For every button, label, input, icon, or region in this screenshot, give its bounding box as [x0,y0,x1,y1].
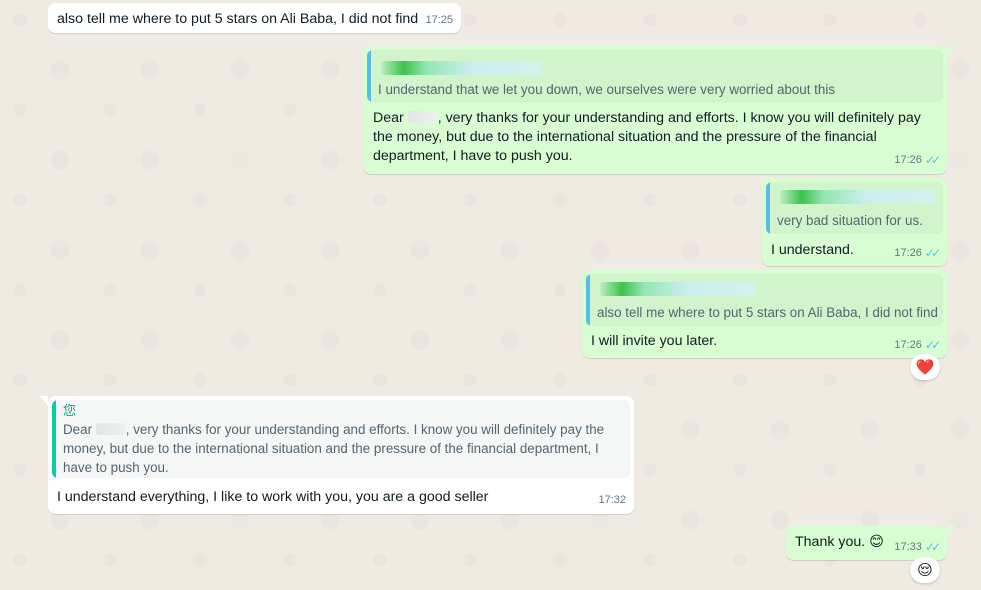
message-time: 17:32 [598,494,626,506]
quote-text: very bad situation for us. [777,213,923,228]
quote-text: I understand that we let you down, we ou… [378,82,836,97]
bubble-tail [947,526,955,536]
message-incoming[interactable]: also tell me where to put 5 stars on Ali… [48,3,461,33]
message-text: Thank you. 😊 [795,534,884,550]
quote-author-redacted [381,61,541,75]
quote-text: also tell me where to put 5 stars on Ali… [597,305,938,320]
redacted-name [407,111,438,123]
quote-text: Dear , very thanks for your understandin… [63,422,605,475]
relieved-face-reaction-icon[interactable]: 😌 [910,557,940,583]
message-text: I will invite you later. [591,333,718,349]
quoted-message[interactable]: also tell me where to put 5 stars on Ali… [586,274,943,326]
message-time: 17:25 [425,14,453,26]
quoted-message[interactable]: I understand that we let you down, we ou… [367,50,943,102]
message-text: I understand everything, I like to work … [57,489,489,505]
quote-bar [367,50,371,102]
read-receipt-icon: ✓✓ [924,153,941,167]
heart-reaction-icon[interactable]: ❤️ [910,354,940,380]
quote-bar [52,400,56,478]
read-receipt-icon: ✓✓ [924,338,941,352]
bubble-tail [40,396,48,406]
message-text: also tell me where to put 5 stars on Ali… [57,11,419,27]
message-text: I understand. [771,242,854,258]
bubble-tail [947,46,955,56]
message-time: 17:26 ✓✓ [894,244,941,263]
quote-bar [766,182,770,234]
quoted-message[interactable]: 您 Dear , very thanks for your understand… [52,400,630,478]
message-time: 17:33 ✓✓ [894,538,941,557]
quote-author-redacted [780,190,935,204]
message-outgoing[interactable]: I understand that we let you down, we ou… [363,46,955,174]
quote-bar [586,274,590,326]
quoted-message[interactable]: very bad situation for us. [766,182,943,234]
message-text: Dear , very thanks for your understandin… [373,110,921,164]
message-outgoing[interactable]: very bad situation for us. I understand.… [762,178,947,266]
quote-author: 您 [63,403,77,418]
message-outgoing[interactable]: Thank you. 😊 17:33 ✓✓ [786,526,955,560]
read-receipt-icon: ✓✓ [924,540,941,554]
message-outgoing[interactable]: also tell me where to put 5 stars on Ali… [582,270,947,358]
read-receipt-icon: ✓✓ [924,246,941,260]
quote-author-redacted [600,282,756,296]
message-time: 17:26 ✓✓ [894,151,941,170]
message-incoming[interactable]: 您 Dear , very thanks for your understand… [40,396,634,514]
redacted-name [95,423,126,435]
message-time: 17:26 ✓✓ [894,336,941,355]
